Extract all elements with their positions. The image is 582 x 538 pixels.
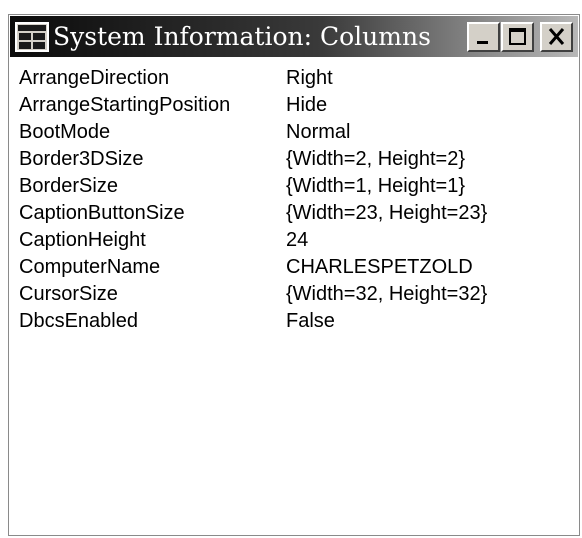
property-name: CursorSize	[19, 283, 118, 305]
property-name: CaptionButtonSize	[19, 202, 185, 224]
property-value: Hide	[286, 94, 328, 116]
property-name: BootMode	[19, 121, 111, 143]
maximize-icon	[509, 28, 526, 45]
client-area: ArrangeDirection Right ArrangeStartingPo…	[10, 57, 578, 535]
property-value: {Width=32, Height=32}	[286, 283, 488, 305]
app-window-icon[interactable]	[15, 22, 49, 52]
property-name: CaptionHeight	[19, 229, 146, 251]
close-icon	[548, 28, 565, 45]
property-name: BorderSize	[19, 175, 118, 197]
property-value: {Width=23, Height=23}	[286, 202, 488, 224]
maximize-button[interactable]	[501, 22, 534, 52]
property-name: ArrangeStartingPosition	[19, 94, 231, 116]
property-name: ComputerName	[19, 256, 161, 278]
minimize-button[interactable]	[467, 22, 500, 52]
property-name: ArrangeDirection	[19, 67, 170, 89]
close-button[interactable]	[540, 22, 573, 52]
property-value: CHARLESPETZOLD	[286, 256, 473, 278]
title-bar[interactable]: System Information: Columns	[10, 16, 578, 57]
property-name: DbcsEnabled	[19, 310, 138, 332]
property-value: 24	[286, 229, 309, 251]
property-value: Right	[286, 67, 333, 89]
property-value: False	[286, 310, 335, 332]
minimize-icon	[477, 41, 488, 44]
property-name: Border3DSize	[19, 148, 144, 170]
property-value: {Width=2, Height=2}	[286, 148, 466, 170]
window-title: System Information: Columns	[53, 22, 431, 51]
property-value: Normal	[286, 121, 351, 143]
property-value: {Width=1, Height=1}	[286, 175, 466, 197]
main-window: System Information: Columns ArrangeDirec…	[8, 14, 580, 536]
